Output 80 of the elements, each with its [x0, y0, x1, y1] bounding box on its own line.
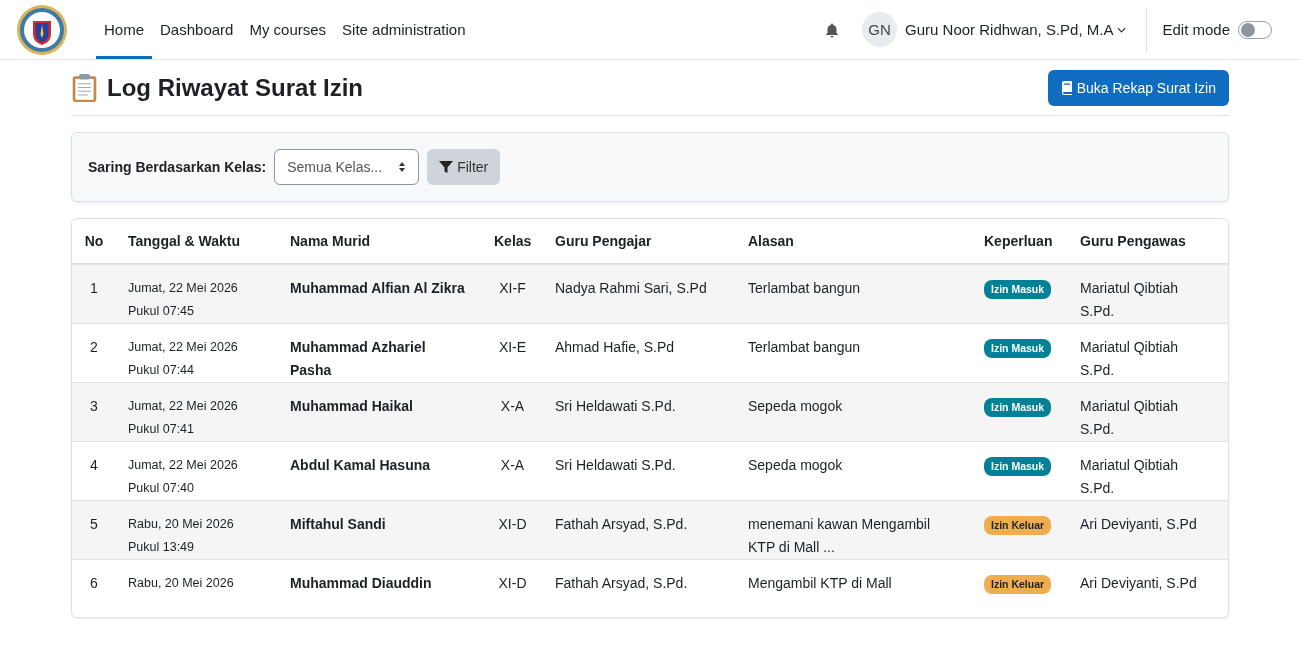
column-header: Guru Pengawas [1080, 233, 1186, 249]
user-menu[interactable]: Guru Noor Ridhwan, S.Pd, M.A [905, 21, 1127, 38]
date-text: Rabu, 20 Mei 2026 [128, 516, 235, 533]
reason-text: Sepeda mogok [748, 398, 843, 414]
purpose-badge: Izin Masuk [984, 339, 1052, 358]
column-header: Alasan [748, 233, 794, 249]
nav-link[interactable]: My courses [241, 3, 335, 59]
caret-icon [1117, 26, 1127, 33]
reason-text: Sepeda mogok [748, 457, 843, 473]
date-text: Rabu, 20 Mei 2026 [128, 575, 235, 592]
sort-caret-icon [398, 161, 407, 173]
nav-link[interactable]: Site administration [334, 3, 474, 59]
student-name: Miftahul Sandi [290, 516, 386, 532]
open-recap-button[interactable]: Buka Rekap Surat Izin [1047, 70, 1229, 106]
date-text: Jumat, 22 Mei 2026 [128, 339, 239, 356]
row-number: 6 [90, 575, 98, 591]
notification-bell-icon[interactable] [824, 21, 841, 38]
edit-mode-label: Edit mode [1162, 21, 1230, 38]
class-text: XI-D [498, 575, 527, 591]
column-header: Guru Pengajar [555, 233, 652, 249]
supervisor-name: Ari Deviyanti, S.Pd [1080, 575, 1197, 591]
school-logo-icon[interactable] [16, 3, 68, 56]
reason-text: Terlambat bangun [748, 339, 861, 355]
student-name: Abdul Kamal Hasuna [290, 457, 431, 473]
student-name: Muhammad Haikal [290, 398, 413, 414]
nav-link[interactable]: Home [96, 3, 152, 59]
time-text: Pukul 07:44 [128, 362, 196, 379]
page-title: Log Riwayat Surat Izin [71, 73, 364, 103]
purpose-badge: Izin Masuk [984, 280, 1052, 299]
teacher-name: Sri Heldawati S.Pd. [555, 398, 676, 414]
supervisor-name: Ari Deviyanti, S.Pd [1080, 516, 1197, 532]
purpose-badge: Izin Keluar [984, 575, 1052, 594]
row-number: 5 [90, 516, 98, 532]
date-text: Jumat, 22 Mei 2026 [128, 398, 239, 415]
purpose-badge: Izin Masuk [984, 398, 1052, 417]
supervisor-name: Mariatul Qibtiah S.Pd. [1080, 339, 1179, 378]
reason-text: Mengambil KTP di Mall [748, 575, 892, 591]
column-header: Nama Murid [290, 233, 371, 249]
clipboard-icon [71, 73, 98, 103]
row-number: 4 [90, 457, 98, 473]
teacher-name: Ahmad Hafie, S.Pd [555, 339, 675, 355]
supervisor-name: Mariatul Qibtiah S.Pd. [1080, 398, 1179, 437]
time-text: Pukul 07:45 [128, 303, 196, 320]
time-text: Pukul 13:49 [128, 539, 196, 556]
teacher-name: Fathah Arsyad, S.Pd. [555, 575, 688, 591]
supervisor-name: Mariatul Qibtiah S.Pd. [1080, 457, 1179, 496]
filter-button[interactable]: Filter [427, 149, 501, 185]
purpose-badge: Izin Keluar [984, 516, 1052, 535]
column-header: Kelas [494, 233, 532, 249]
class-text: X-A [500, 457, 525, 473]
class-text: X-A [500, 398, 525, 414]
nav-link[interactable]: Dashboard [152, 3, 242, 59]
row-number: 3 [90, 398, 98, 414]
class-select[interactable]: Semua Kelas... [274, 149, 420, 185]
column-header: Keperluan [984, 233, 1053, 249]
class-text: XI-F [499, 280, 526, 296]
time-text: Pukul 07:41 [128, 421, 196, 438]
date-text: Jumat, 22 Mei 2026 [128, 280, 239, 297]
row-number: 1 [90, 280, 98, 296]
reason-text: Terlambat bangun [748, 280, 861, 296]
column-header: Tanggal & Waktu [128, 233, 240, 249]
teacher-name: Fathah Arsyad, S.Pd. [555, 516, 688, 532]
class-text: XI-E [498, 339, 527, 355]
row-number: 2 [90, 339, 98, 355]
date-text: Jumat, 22 Mei 2026 [128, 457, 239, 474]
filter-label: Saring Berdasarkan Kelas: [88, 159, 267, 175]
purpose-badge: Izin Masuk [984, 457, 1052, 476]
user-avatar[interactable]: GN [862, 12, 898, 47]
teacher-name: Sri Heldawati S.Pd. [555, 457, 676, 473]
class-text: XI-D [498, 516, 527, 532]
teacher-name: Nadya Rahmi Sari, S.Pd [555, 280, 707, 296]
student-name: Muhammad Azhariel Pasha [290, 339, 426, 378]
column-header: No [84, 233, 104, 249]
book-icon [1060, 81, 1073, 95]
filter-funnel-icon [439, 160, 454, 174]
reason-text: menemani kawan Mengambil KTP di Mall ... [748, 516, 931, 555]
student-name: Muhammad Diauddin [290, 575, 432, 591]
supervisor-name: Mariatul Qibtiah S.Pd. [1080, 280, 1179, 319]
student-name: Muhammad Alfian Al Zikra [290, 280, 465, 296]
time-text: Pukul 07:40 [128, 480, 196, 497]
